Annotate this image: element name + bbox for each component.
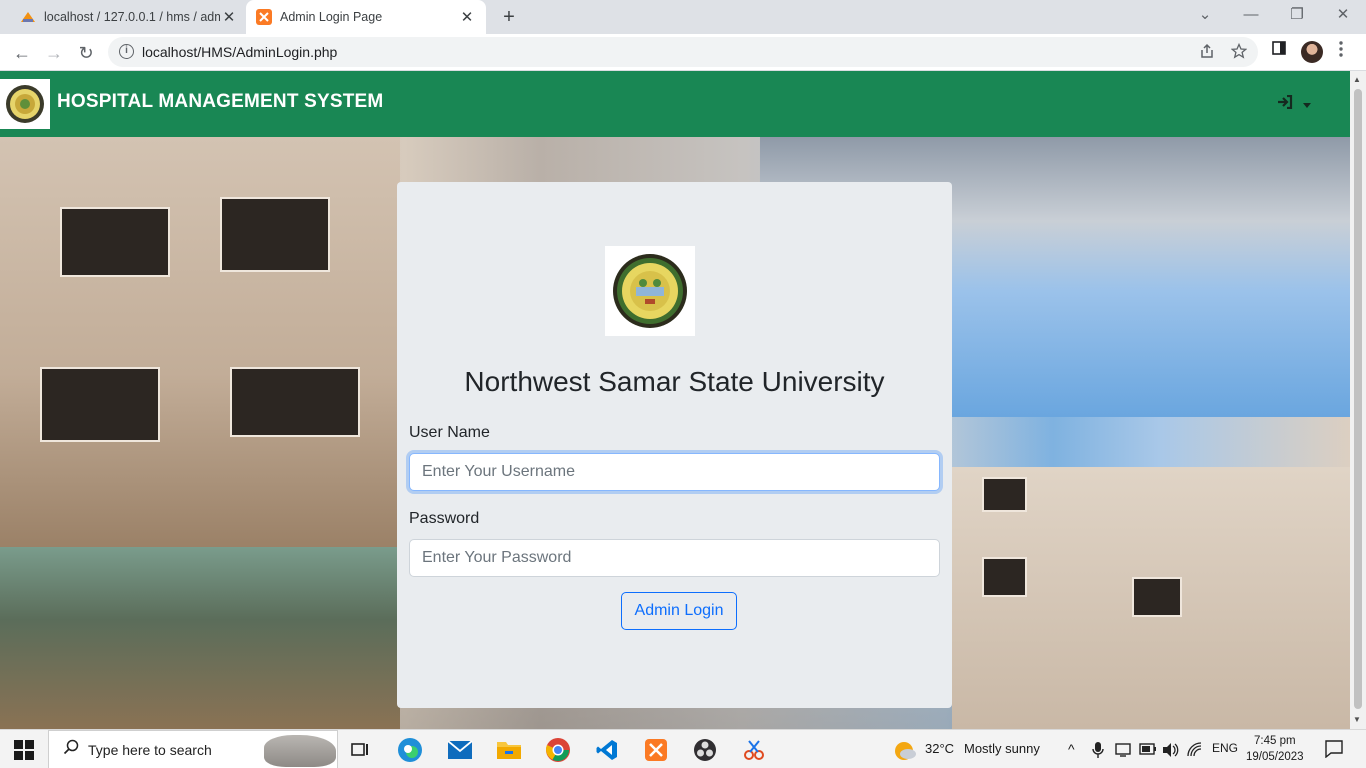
volume-icon[interactable]: [1162, 742, 1180, 758]
phpmyadmin-icon: [21, 12, 35, 22]
profile-avatar[interactable]: [1301, 41, 1323, 63]
scroll-down-icon[interactable]: ▼: [1353, 715, 1361, 724]
taskbar-search[interactable]: Type here to search: [48, 730, 338, 768]
password-label: Password: [409, 510, 480, 527]
brand-logo[interactable]: [0, 79, 50, 129]
search-icon: [63, 739, 79, 755]
wifi-icon[interactable]: [1187, 742, 1203, 758]
side-panel-icon[interactable]: [1271, 40, 1287, 56]
admin-login-button[interactable]: Admin Login: [621, 592, 737, 630]
search-highlight-image: [264, 735, 336, 767]
brand-title[interactable]: HOSPITAL MANAGEMENT SYSTEM: [57, 91, 383, 113]
task-view-icon[interactable]: [345, 735, 375, 765]
login-dropdown[interactable]: [1277, 94, 1312, 113]
building-window: [230, 367, 360, 437]
address-bar[interactable]: i localhost/HMS/AdminLogin.php: [108, 37, 1258, 67]
windows-start-icon[interactable]: [14, 740, 34, 760]
scrollbar-thumb[interactable]: [1354, 89, 1362, 709]
university-seal-icon: [6, 85, 44, 123]
battery-icon[interactable]: [1139, 743, 1157, 755]
taskbar-search-text[interactable]: Type here to search: [88, 742, 212, 758]
login-card: Northwest Samar State University User Na…: [397, 182, 952, 708]
username-label: User Name: [409, 424, 490, 441]
clock-date: 19/05/2023: [1246, 751, 1304, 763]
snipping-tool-icon[interactable]: [739, 735, 769, 765]
page-viewport: HOSPITAL MANAGEMENT SYSTEM Northwest Sam…: [0, 71, 1350, 729]
chevron-down-icon: [1303, 102, 1312, 108]
notifications-icon[interactable]: [1325, 740, 1343, 758]
browser-tab-bar: localhost / 127.0.0.1 / hms / admin ✕ Ad…: [0, 0, 1366, 34]
close-window-button[interactable]: ✕: [1320, 0, 1366, 32]
weather-temp[interactable]: 32°C: [925, 741, 954, 756]
back-button[interactable]: ←: [8, 39, 36, 67]
tray-chevron-up-icon[interactable]: ^: [1068, 741, 1075, 757]
tab-phpmyadmin[interactable]: localhost / 127.0.0.1 / hms / admin ✕: [12, 0, 246, 34]
page-scrollbar[interactable]: ▲ ▼: [1350, 71, 1366, 729]
xampp-taskbar-icon[interactable]: [641, 735, 671, 765]
microphone-icon[interactable]: [1092, 741, 1104, 759]
restore-button[interactable]: ❐: [1274, 0, 1320, 32]
share-icon[interactable]: [1199, 43, 1215, 59]
building-window: [982, 477, 1027, 512]
university-seal-icon: [613, 254, 687, 328]
username-input[interactable]: [409, 453, 940, 491]
tab-title: localhost / 127.0.0.1 / hms / admin: [44, 10, 220, 24]
scroll-up-icon[interactable]: ▲: [1353, 75, 1361, 84]
forward-button[interactable]: →: [40, 39, 68, 67]
xampp-icon: [256, 9, 272, 25]
building-window: [982, 557, 1027, 597]
star-icon[interactable]: [1231, 43, 1247, 59]
menu-icon[interactable]: [1338, 40, 1344, 58]
browser-toolbar: ← → ↻ i localhost/HMS/AdminLogin.php: [0, 34, 1366, 71]
university-logo: [605, 246, 695, 336]
network-icon[interactable]: [1115, 742, 1133, 758]
weather-sun-icon[interactable]: [893, 738, 917, 762]
building-window: [1132, 577, 1182, 617]
windows-taskbar: Type here to search 32°C Mostly sunny ^: [0, 729, 1366, 768]
chrome-icon[interactable]: [543, 735, 573, 765]
building-window: [60, 207, 170, 277]
url-text[interactable]: localhost/HMS/AdminLogin.php: [142, 44, 337, 60]
new-tab-button[interactable]: +: [498, 5, 520, 29]
university-title: Northwest Samar State University: [464, 366, 885, 397]
login-icon: [1278, 94, 1293, 110]
mail-icon[interactable]: [445, 735, 475, 765]
building-right: [952, 467, 1350, 729]
system-clock[interactable]: 7:45 pm 19/05/2023: [1246, 733, 1304, 765]
top-navbar: HOSPITAL MANAGEMENT SYSTEM: [0, 71, 1350, 137]
weather-condition[interactable]: Mostly sunny: [964, 741, 1040, 756]
edge-icon[interactable]: [395, 735, 425, 765]
obs-icon[interactable]: [690, 735, 720, 765]
building-gate: [0, 547, 400, 729]
tab-admin-login[interactable]: Admin Login Page ✕: [246, 0, 486, 34]
minimize-button[interactable]: —: [1228, 0, 1274, 32]
tab-close-icon[interactable]: ✕: [458, 8, 476, 26]
tab-close-icon[interactable]: ✕: [220, 8, 238, 26]
site-info-icon[interactable]: i: [119, 44, 134, 59]
vscode-icon[interactable]: [592, 735, 622, 765]
file-explorer-icon[interactable]: [494, 735, 524, 765]
building-window: [40, 367, 160, 442]
reload-button[interactable]: ↻: [72, 39, 100, 67]
password-input[interactable]: [409, 539, 940, 577]
language-indicator[interactable]: ENG: [1212, 741, 1238, 755]
clock-time: 7:45 pm: [1254, 735, 1296, 747]
tab-title: Admin Login Page: [280, 10, 383, 24]
building-window: [220, 197, 330, 272]
tab-search-icon[interactable]: ⌄: [1182, 0, 1228, 32]
